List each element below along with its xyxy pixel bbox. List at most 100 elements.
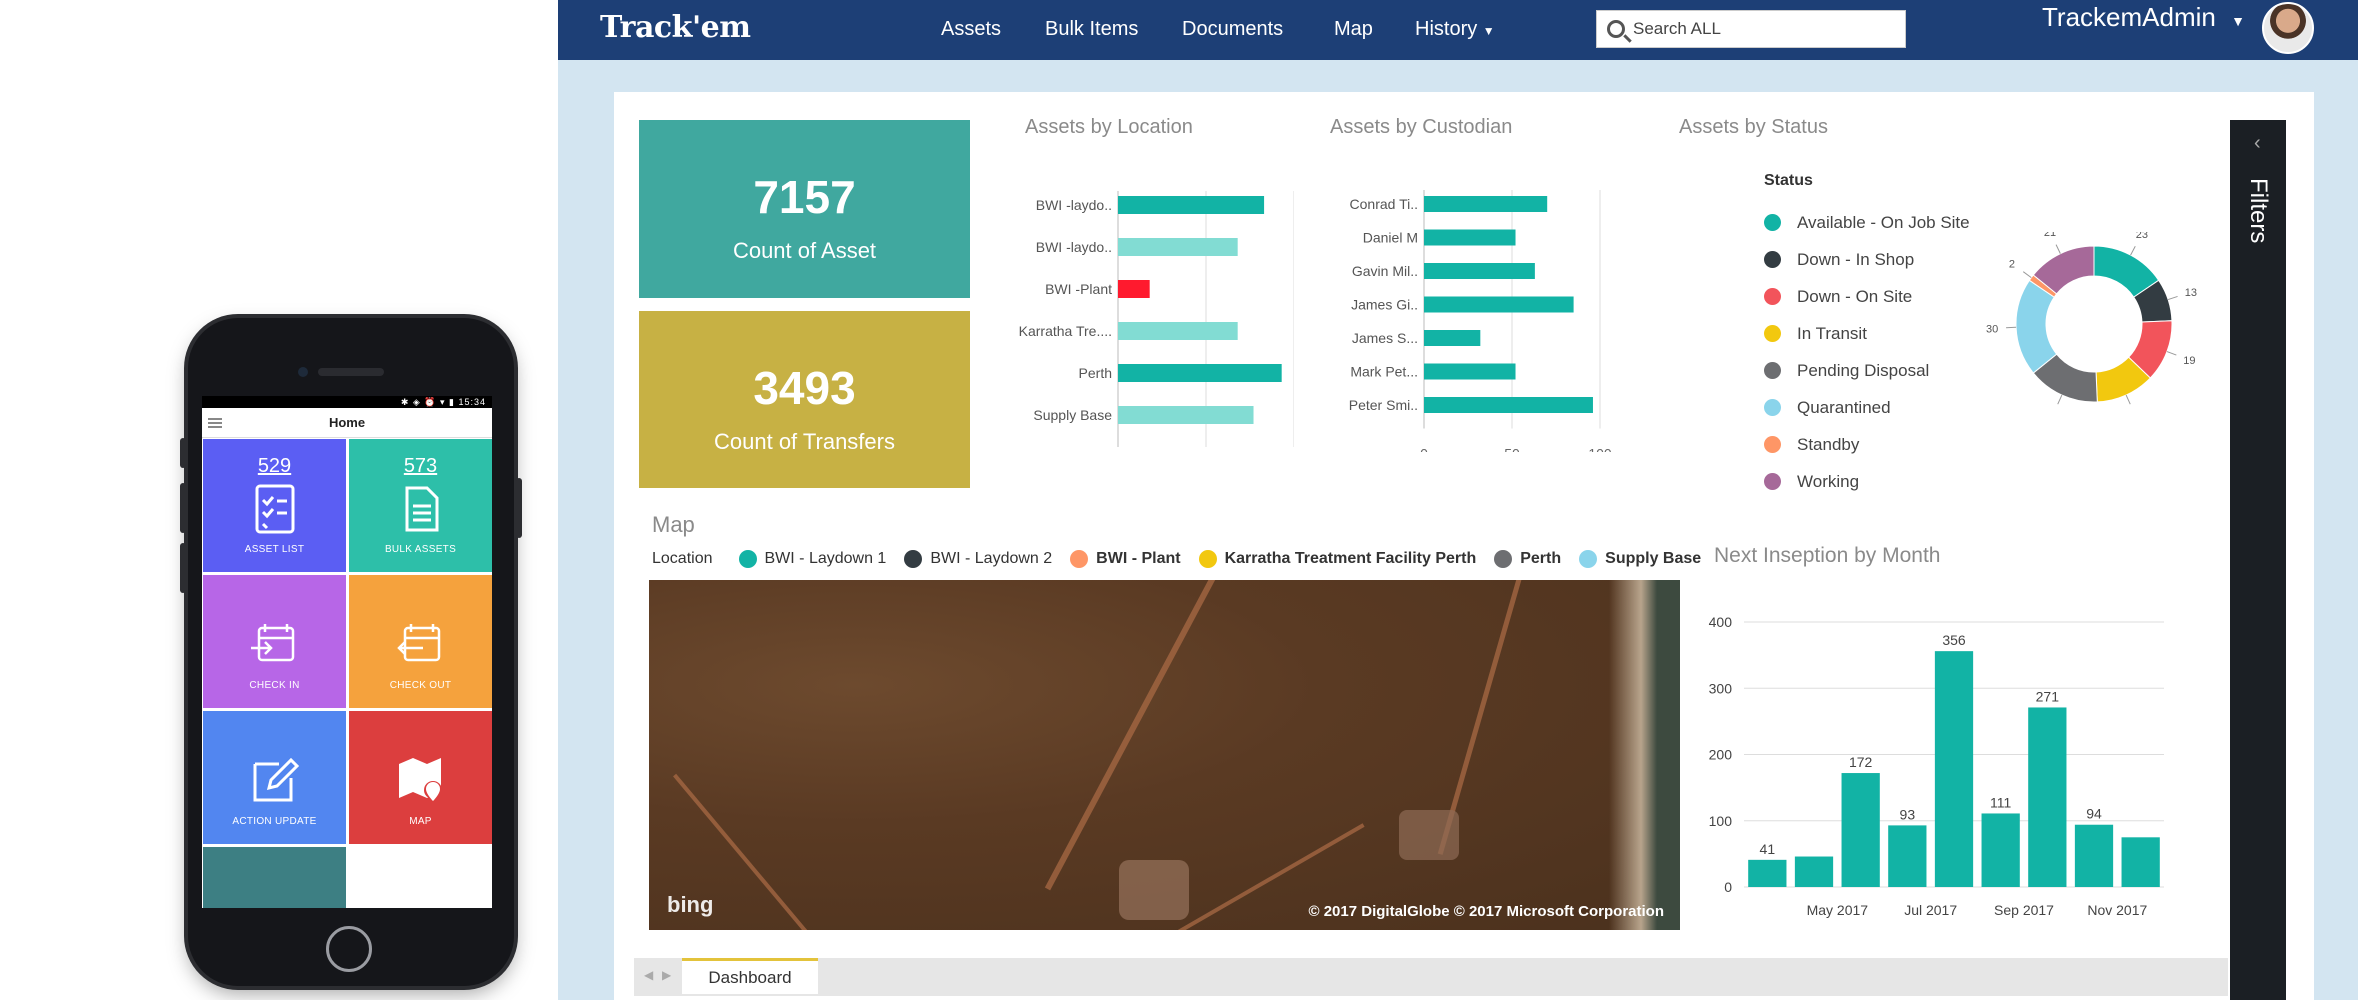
nav-assets[interactable]: Assets [941, 18, 1001, 41]
tab-dashboard[interactable]: Dashboard [682, 958, 818, 994]
nav-history[interactable]: History ▼ [1415, 18, 1495, 41]
phone-tile-check-out[interactable]: CHECK OUT [349, 575, 492, 708]
status-legend-item[interactable]: Available - On Job Site [1764, 204, 1970, 241]
user-menu[interactable]: TrackemAdmin ▼ [2042, 2, 2245, 33]
hamburger-menu-icon[interactable] [208, 418, 222, 428]
legend-label: Karratha Treatment Facility Perth [1224, 550, 1477, 567]
map-title: Map [652, 512, 695, 537]
kpi-value: 3493 [753, 362, 856, 414]
phone-home-button[interactable] [326, 926, 372, 972]
legend-label: Pending Disposal [1797, 360, 1930, 380]
x-tick-label: Nov 2017 [2087, 902, 2147, 918]
bar-data-label: 41 [1760, 841, 1776, 857]
user-name: TrackemAdmin [2042, 2, 2216, 32]
map-legend-item[interactable]: BWI - Laydown 2 [904, 550, 1052, 568]
bar-month-8 [2121, 837, 2160, 887]
bar-1-1 [1424, 229, 1516, 246]
search-icon [1607, 20, 1625, 38]
phone-tile-action-update[interactable]: ACTION UPDATE [203, 711, 346, 844]
legend-label: BWI - Laydown 1 [764, 550, 887, 567]
status-legend-item[interactable]: Pending Disposal [1764, 352, 1970, 389]
bar-1-2 [1424, 263, 1535, 279]
phone-mockup: ✱ ◈ ⏰ ▾ ▮ 15:34 Home 529 ASSET LIST 573 BUL… [180, 318, 522, 986]
donut-data-label: 19 [2183, 355, 2195, 367]
phone-status-time: 15:34 [458, 397, 486, 407]
phone-tile-bulk-assets[interactable]: 573 BULK ASSETS [349, 439, 492, 572]
map-facility [1399, 810, 1459, 860]
tile-label: MAP [409, 816, 432, 827]
legend-dot [738, 550, 757, 568]
map-legend-item[interactable]: Karratha Treatment Facility Perth [1198, 550, 1477, 568]
map-legend-item[interactable]: Supply Base [1579, 550, 1701, 568]
map-pin-icon [391, 750, 451, 810]
y-tick-label: 100 [1709, 813, 1733, 829]
legend-label: Quarantined [1797, 397, 1891, 417]
category-label: James Gi.. [1351, 297, 1418, 313]
legend-dot [1764, 251, 1781, 268]
phone-tile-more[interactable] [203, 847, 346, 908]
bar-1-6 [1424, 397, 1593, 413]
nav-documents[interactable]: Documents [1182, 18, 1283, 41]
legend-dot [1579, 550, 1598, 568]
tile-label: CHECK IN [249, 680, 300, 691]
bar-month-3 [1888, 825, 1927, 887]
map-legend-item[interactable]: BWI - Plant [1070, 550, 1181, 568]
legend-label: Down - In Shop [1797, 249, 1915, 269]
legend-dot [1764, 399, 1781, 416]
phone-app-header: Home [202, 408, 492, 438]
donut-leader-line [2022, 271, 2032, 279]
donut-leader-line [2057, 394, 2063, 405]
phone-tile-map[interactable]: MAP [349, 711, 492, 844]
category-label: BWI -laydo.. [1036, 239, 1112, 255]
search-input[interactable]: Search ALL [1596, 10, 1906, 48]
nav-bulk-items[interactable]: Bulk Items [1045, 18, 1138, 41]
kpi-count-of-transfers[interactable]: 3493 Count of Transfers [639, 311, 970, 488]
tile-count[interactable]: 529 [258, 455, 291, 478]
legend-label: Standby [1797, 434, 1860, 454]
phone-volume-up [180, 483, 186, 533]
category-label: James S... [1352, 330, 1418, 346]
documents-icon [391, 478, 451, 538]
y-tick-label: 400 [1709, 614, 1733, 630]
legend-dot [1764, 288, 1781, 305]
tab-scroll-right-icon[interactable]: ▶ [662, 968, 671, 982]
donut-leader-line [2130, 246, 2136, 256]
legend-label: BWI - Plant [1096, 550, 1181, 567]
bar-month-1 [1794, 856, 1834, 887]
chart-title-assets-by-custodian: Assets by Custodian [1330, 116, 1513, 138]
nav-map[interactable]: Map [1334, 18, 1373, 41]
tile-count[interactable]: 573 [404, 455, 437, 478]
category-label: Karratha Tre.... [1019, 323, 1112, 339]
status-legend-item[interactable]: Down - In Shop [1764, 241, 1970, 278]
status-legend-item[interactable]: Quarantined [1764, 389, 1970, 426]
phone-volume-down [180, 543, 186, 593]
bar-0-4 [1118, 364, 1282, 382]
status-legend-item[interactable]: In Transit [1764, 315, 1970, 352]
phone-tile-asset-list[interactable]: 529 ASSET LIST [203, 439, 346, 572]
bar-1-4 [1424, 330, 1481, 346]
tab-scroll-left-icon[interactable]: ◀ [644, 968, 653, 982]
map-legend: Location BWI - Laydown 1 BWI - Laydown 2 B… [652, 550, 1719, 568]
avatar[interactable] [2262, 2, 2314, 54]
phone-header-title: Home [328, 415, 366, 430]
status-legend-item[interactable]: Working [1764, 463, 1970, 500]
kpi-count-of-asset[interactable]: 7157 Count of Asset [639, 120, 970, 298]
satellite-map[interactable]: bing © 2017 DigitalGlobe © 2017 Microsof… [649, 580, 1680, 930]
donut-leader-line [2125, 394, 2131, 405]
category-label: Daniel M [1363, 230, 1418, 246]
trackem-logo[interactable]: Track'em [600, 10, 751, 45]
chevron-left-icon[interactable]: ‹ [2254, 132, 2261, 155]
phone-tile-check-in[interactable]: CHECK IN [203, 575, 346, 708]
bar-data-label: 94 [2086, 806, 2102, 822]
legend-dot [1070, 550, 1089, 568]
bar-data-label: 172 [1849, 754, 1873, 770]
map-legend-item[interactable]: BWI - Laydown 1 [738, 550, 887, 568]
kpi-value: 7157 [753, 171, 856, 223]
status-legend-item[interactable]: Down - On Site [1764, 278, 1970, 315]
filters-pane[interactable]: ‹ Filters [2230, 120, 2286, 1000]
chevron-down-icon: ▼ [2231, 13, 2245, 29]
calendar-checkout-icon [391, 614, 451, 674]
map-legend-item[interactable]: Perth [1494, 550, 1561, 568]
status-legend-item[interactable]: Standby [1764, 426, 1970, 463]
top-navbar: Track'em Assets Bulk Items Documents Map… [558, 0, 2358, 60]
